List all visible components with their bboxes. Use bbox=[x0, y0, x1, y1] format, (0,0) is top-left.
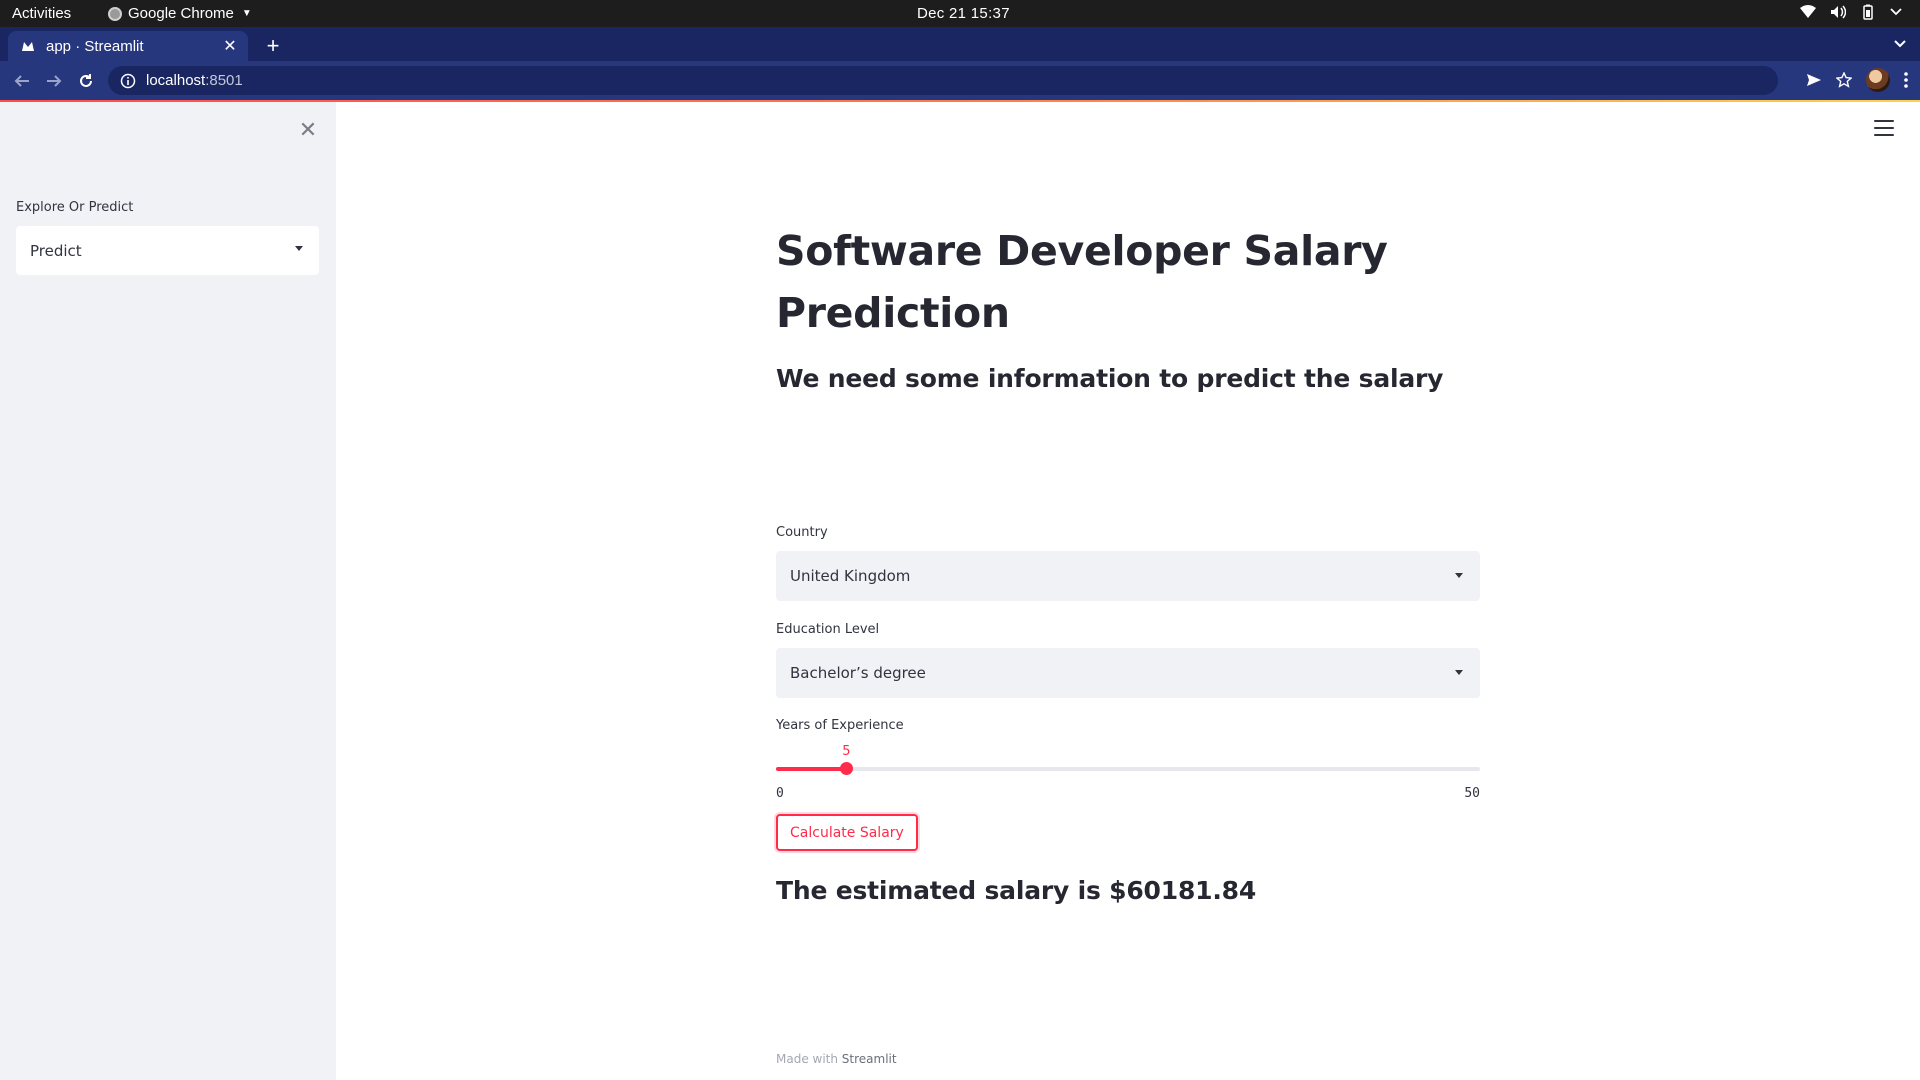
page-title: Software Developer Salary Prediction bbox=[776, 227, 1388, 337]
wifi-icon bbox=[1800, 5, 1816, 18]
app-menu[interactable]: Google Chrome ▼ bbox=[108, 5, 252, 22]
sidebar-select-label: Explore Or Predict bbox=[16, 200, 134, 215]
system-tray[interactable] bbox=[1800, 4, 1902, 20]
footer-prefix: Made with bbox=[776, 1052, 842, 1066]
clock[interactable]: Dec 21 15:37 bbox=[917, 5, 1010, 22]
app-name: Google Chrome bbox=[128, 5, 234, 22]
volume-icon bbox=[1831, 5, 1846, 19]
arrow-right-icon bbox=[47, 75, 62, 87]
url-host: localhost bbox=[146, 72, 206, 89]
caret-down-icon bbox=[1455, 670, 1463, 675]
power-menu-icon bbox=[1890, 8, 1902, 16]
battery-icon bbox=[1863, 4, 1873, 20]
country-label: Country bbox=[776, 525, 828, 540]
caret-down-icon bbox=[295, 246, 303, 251]
browser-toolbar: localhost:8501 bbox=[0, 61, 1920, 100]
salary-result: The estimated salary is $60181.84 bbox=[776, 876, 1257, 905]
footer: Made with Streamlit bbox=[776, 1052, 897, 1066]
slider-min-label: 0 bbox=[776, 786, 784, 801]
sidebar: ✕ Explore Or Predict Predict bbox=[0, 102, 336, 1080]
education-value: Bachelor’s degree bbox=[790, 664, 926, 682]
experience-label: Years of Experience bbox=[776, 718, 904, 733]
slider-fill bbox=[776, 767, 847, 771]
os-top-bar: Activities Google Chrome ▼ Dec 21 15:37 bbox=[0, 0, 1920, 27]
back-button[interactable] bbox=[10, 69, 34, 93]
reload-button[interactable] bbox=[74, 69, 98, 93]
activities-button[interactable]: Activities bbox=[12, 5, 71, 22]
arrow-left-icon bbox=[14, 75, 29, 87]
explore-predict-value: Predict bbox=[30, 241, 82, 260]
address-bar[interactable]: localhost:8501 bbox=[108, 66, 1778, 95]
tab-title: app · Streamlit bbox=[46, 37, 144, 55]
tab-search-button[interactable] bbox=[1894, 35, 1906, 53]
education-select[interactable]: Bachelor’s degree bbox=[776, 648, 1480, 698]
toolbar-actions bbox=[1806, 65, 1920, 95]
forward-button[interactable] bbox=[42, 69, 66, 93]
education-label: Education Level bbox=[776, 622, 880, 637]
close-tab-icon[interactable]: ✕ bbox=[220, 36, 240, 56]
main-menu-icon[interactable] bbox=[1874, 120, 1894, 136]
bookmark-star-icon[interactable] bbox=[1836, 72, 1852, 88]
tab-strip: app · Streamlit ✕ + bbox=[0, 27, 1920, 61]
experience-slider-thumb[interactable] bbox=[839, 762, 853, 775]
chevron-down-icon bbox=[1894, 40, 1906, 48]
calculate-salary-button[interactable]: Calculate Salary bbox=[776, 814, 918, 851]
caret-down-icon: ▼ bbox=[241, 8, 252, 19]
info-icon[interactable] bbox=[120, 73, 136, 89]
page-subtitle: We need some information to predict the … bbox=[776, 364, 1444, 393]
close-sidebar-icon[interactable]: ✕ bbox=[297, 117, 319, 142]
profile-avatar[interactable] bbox=[1866, 68, 1890, 92]
country-select[interactable]: United Kingdom bbox=[776, 551, 1480, 601]
more-vert-icon[interactable] bbox=[1904, 72, 1908, 88]
slider-max-label: 50 bbox=[1464, 786, 1480, 801]
country-value: United Kingdom bbox=[790, 567, 911, 585]
url-port: :8501 bbox=[205, 72, 243, 89]
send-icon[interactable] bbox=[1806, 72, 1822, 88]
explore-predict-select[interactable]: Predict bbox=[16, 226, 319, 275]
slider-current-value: 5 bbox=[842, 744, 851, 759]
reload-icon bbox=[80, 74, 92, 87]
experience-slider-track[interactable] bbox=[776, 767, 1480, 771]
footer-brand-link[interactable]: Streamlit bbox=[842, 1052, 897, 1066]
chrome-icon bbox=[108, 6, 122, 21]
caret-down-icon bbox=[1455, 573, 1463, 578]
new-tab-button[interactable]: + bbox=[260, 33, 286, 59]
streamlit-favicon-icon bbox=[20, 38, 36, 54]
browser-tab[interactable]: app · Streamlit ✕ bbox=[8, 31, 248, 61]
